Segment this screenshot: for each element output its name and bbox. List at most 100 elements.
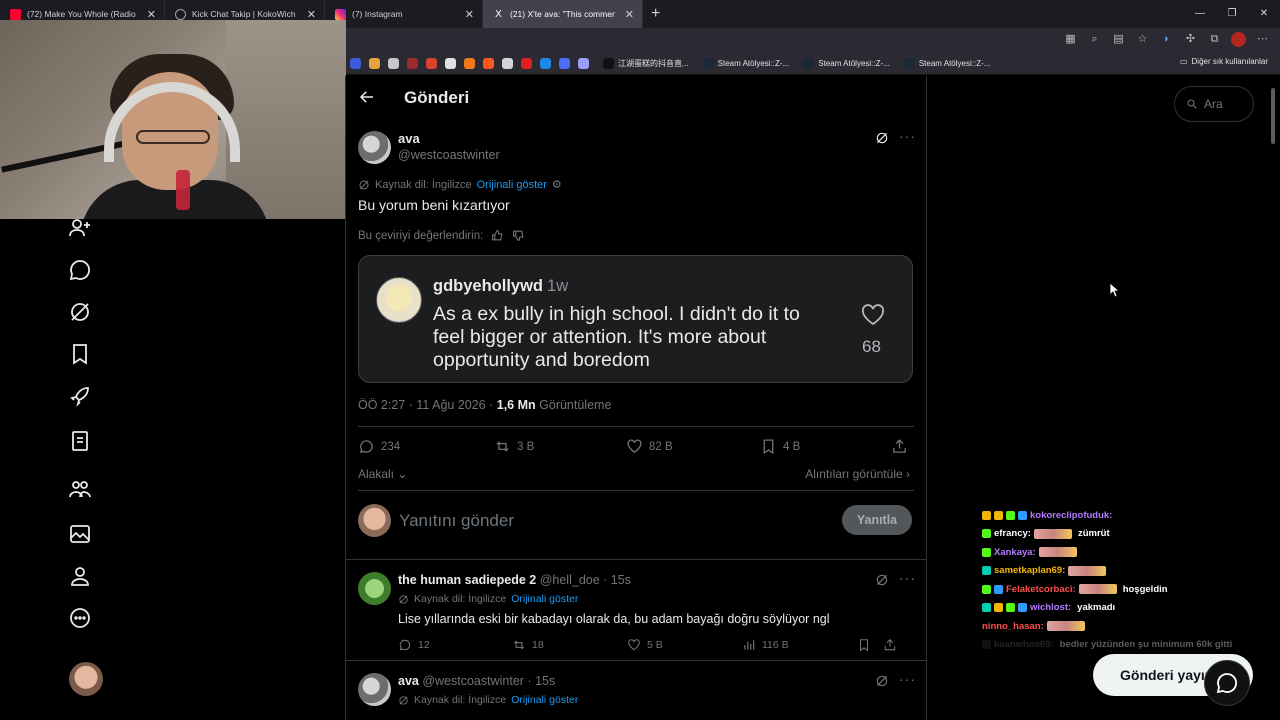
bookmark-item[interactable] xyxy=(538,55,553,71)
reply-button[interactable]: 12 xyxy=(398,638,430,652)
bookmark-item[interactable]: 江湖蛋糕的抖音直... xyxy=(601,55,691,71)
repost-button[interactable]: 18 xyxy=(512,638,544,652)
new-tab-button[interactable]: + xyxy=(651,5,660,23)
follow-icon[interactable] xyxy=(68,216,92,240)
thumbs-up-icon[interactable] xyxy=(491,229,504,242)
author-name[interactable]: ava xyxy=(398,131,420,146)
more-icon[interactable]: ··· xyxy=(899,128,916,144)
grid-icon[interactable]: ▦ xyxy=(1063,32,1078,47)
close-tab-icon[interactable]: ✕ xyxy=(307,8,316,21)
minimize-icon[interactable]: — xyxy=(1184,0,1216,28)
bookmark-button[interactable] xyxy=(857,638,871,652)
bookmark-button[interactable]: 4 B xyxy=(760,438,800,455)
browser-tab-x[interactable]: X (21) X'te ava: "This comment is fry ✕ xyxy=(483,0,643,28)
more-options-icon[interactable] xyxy=(68,606,92,630)
star-icon[interactable]: ☆ xyxy=(1135,32,1150,47)
restore-icon[interactable]: ❐ xyxy=(1216,0,1248,28)
embed-username: gdbyehollywd 1w xyxy=(433,277,568,296)
thumbs-down-icon[interactable] xyxy=(512,229,525,242)
communities-icon[interactable] xyxy=(68,477,92,501)
grok-icon[interactable] xyxy=(875,573,889,587)
browser-tab-instagram[interactable]: (7) Instagram ✕ xyxy=(325,0,483,28)
scrollbar-thumb[interactable] xyxy=(1271,88,1275,144)
media-icon[interactable] xyxy=(68,522,92,546)
search-input[interactable]: Ara xyxy=(1174,86,1254,122)
close-window-icon[interactable]: ✕ xyxy=(1248,0,1280,28)
show-original-link[interactable]: Orijinali göster xyxy=(511,694,578,706)
bookmark-item[interactable] xyxy=(481,55,496,71)
sort-dropdown[interactable]: Alakalı ⌄ xyxy=(358,467,407,481)
views-button[interactable]: 116 B xyxy=(742,638,789,652)
repost-button[interactable]: 3 B xyxy=(494,438,534,455)
divider xyxy=(346,559,926,560)
collections-icon[interactable]: ⧉ xyxy=(1207,32,1222,47)
bookmark-item[interactable] xyxy=(348,55,363,71)
more-icon[interactable]: ··· xyxy=(899,671,916,687)
author-handle[interactable]: @westcoastwinter xyxy=(398,148,500,162)
bookmark-item[interactable] xyxy=(424,55,439,71)
share-button[interactable] xyxy=(891,438,908,455)
bookmark-count: 4 B xyxy=(783,440,801,453)
bookmark-item[interactable] xyxy=(462,55,477,71)
grok-icon[interactable] xyxy=(68,300,92,324)
translation-note: Kaynak dil: İngilizce Orijinali göster ⚙ xyxy=(358,178,562,191)
bookmark-item[interactable] xyxy=(557,55,572,71)
bookmark-item[interactable]: Steam Atölyesi::Z-... xyxy=(701,55,792,71)
reply-input[interactable]: Yanıtını gönder xyxy=(399,511,514,531)
reply-text: Lise yıllarında eski bir kabadayı olarak… xyxy=(398,612,830,626)
rocket-icon[interactable] xyxy=(68,384,92,408)
bookmark-favicon-icon xyxy=(903,57,915,69)
show-original-link[interactable]: Orijinali göster xyxy=(477,179,547,191)
profile-icon[interactable] xyxy=(68,564,92,588)
bookmark-item[interactable] xyxy=(386,55,401,71)
extensions-icon[interactable]: ✣ xyxy=(1183,32,1198,47)
close-tab-icon[interactable]: ✕ xyxy=(625,8,634,21)
settings-icon[interactable]: ⚙ xyxy=(552,178,562,191)
tab-title: (7) Instagram xyxy=(352,9,403,19)
bookmark-folder[interactable]: ▭ Diğer sık kullanılanlar xyxy=(1180,57,1268,66)
author-avatar[interactable] xyxy=(358,131,391,164)
reply-author[interactable]: the human sadiepede 2 xyxy=(398,573,536,587)
lists-icon[interactable] xyxy=(68,429,92,453)
back-arrow-icon[interactable] xyxy=(358,88,376,106)
chat-username: sametkaplan69: xyxy=(994,565,1066,577)
more-icon[interactable]: ··· xyxy=(899,570,916,586)
reader-icon[interactable]: ▤ xyxy=(1111,32,1126,47)
messages-icon[interactable] xyxy=(68,258,92,282)
divider xyxy=(346,660,926,661)
reply-avatar[interactable] xyxy=(358,572,391,605)
bookmark-icon xyxy=(763,439,774,455)
bookmark-item[interactable]: Steam Atölyesi::Z-... xyxy=(902,55,993,71)
account-avatar[interactable] xyxy=(69,662,103,696)
bookmark-item[interactable] xyxy=(576,55,591,71)
bookmark-item[interactable] xyxy=(443,55,458,71)
heart-icon xyxy=(861,304,885,326)
reply-button[interactable]: 234 xyxy=(358,438,400,455)
view-quotes-link[interactable]: Alıntıları görüntüle › xyxy=(805,467,910,481)
reply-submit-button[interactable]: Yanıtla xyxy=(842,505,912,535)
close-tab-icon[interactable]: ✕ xyxy=(147,8,156,21)
show-original-link[interactable]: Orijinali göster xyxy=(511,593,578,605)
like-button[interactable]: 5 B xyxy=(627,638,663,652)
zoom-icon[interactable]: ⌕ xyxy=(1087,32,1102,47)
chevron-down-icon: ⌄ xyxy=(394,467,408,481)
read-aloud-icon[interactable]: ◗ xyxy=(1159,32,1174,47)
embedded-comment-image[interactable]: gdbyehollywd 1w As a ex bully in high sch… xyxy=(358,255,913,383)
grok-icon[interactable] xyxy=(875,131,889,145)
reply-author[interactable]: ava xyxy=(398,674,419,688)
like-button[interactable]: 82 B xyxy=(626,438,673,455)
bookmark-item[interactable] xyxy=(405,55,420,71)
bookmark-item[interactable] xyxy=(519,55,534,71)
bookmark-item[interactable] xyxy=(500,55,515,71)
close-tab-icon[interactable]: ✕ xyxy=(465,8,474,21)
grok-icon[interactable] xyxy=(875,674,889,688)
profile-icon[interactable] xyxy=(1231,32,1246,47)
menu-icon[interactable]: ⋯ xyxy=(1255,32,1270,47)
grok-chat-button[interactable] xyxy=(1204,660,1250,706)
bookmark-item[interactable] xyxy=(367,55,382,71)
bookmark-item[interactable]: Steam Atölyesi::Z-... xyxy=(801,55,892,71)
share-button[interactable] xyxy=(883,638,897,652)
post-timestamp[interactable]: ÖÖ 2:27 · 11 Ağu 2026 · xyxy=(358,398,497,412)
bookmarks-icon[interactable] xyxy=(68,342,92,366)
reply-avatar[interactable] xyxy=(358,673,391,706)
